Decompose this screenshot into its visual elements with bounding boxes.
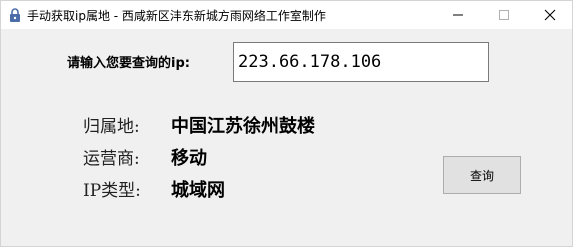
minimize-icon — [453, 14, 463, 16]
ip-prompt-label: 请输入您要查询的ip: — [67, 56, 190, 71]
app-window: 手动获取ip属地 - 西咸新区沣东新城方雨网络工作室制作 请输入您要查询的ip:… — [0, 0, 573, 247]
lock-icon — [7, 7, 23, 23]
maximize-icon — [499, 10, 509, 20]
minimize-button[interactable] — [435, 1, 481, 29]
title-bar[interactable]: 手动获取ip属地 - 西咸新区沣东新城方雨网络工作室制作 — [1, 1, 572, 29]
isp-value: 移动 — [171, 148, 207, 169]
location-value: 中国江苏徐州鼓楼 — [171, 116, 315, 137]
ip-type-label: IP类型: — [83, 181, 141, 201]
close-button[interactable] — [527, 1, 573, 29]
location-label: 归属地: — [83, 117, 140, 137]
ip-type-value: 城域网 — [171, 180, 225, 201]
ip-input[interactable] — [233, 42, 489, 82]
maximize-button[interactable] — [481, 1, 527, 29]
window-title: 手动获取ip属地 - 西咸新区沣东新城方雨网络工作室制作 — [27, 9, 326, 23]
query-button[interactable]: 查询 — [443, 156, 521, 194]
isp-label: 运营商: — [83, 149, 140, 169]
close-icon — [544, 9, 556, 21]
